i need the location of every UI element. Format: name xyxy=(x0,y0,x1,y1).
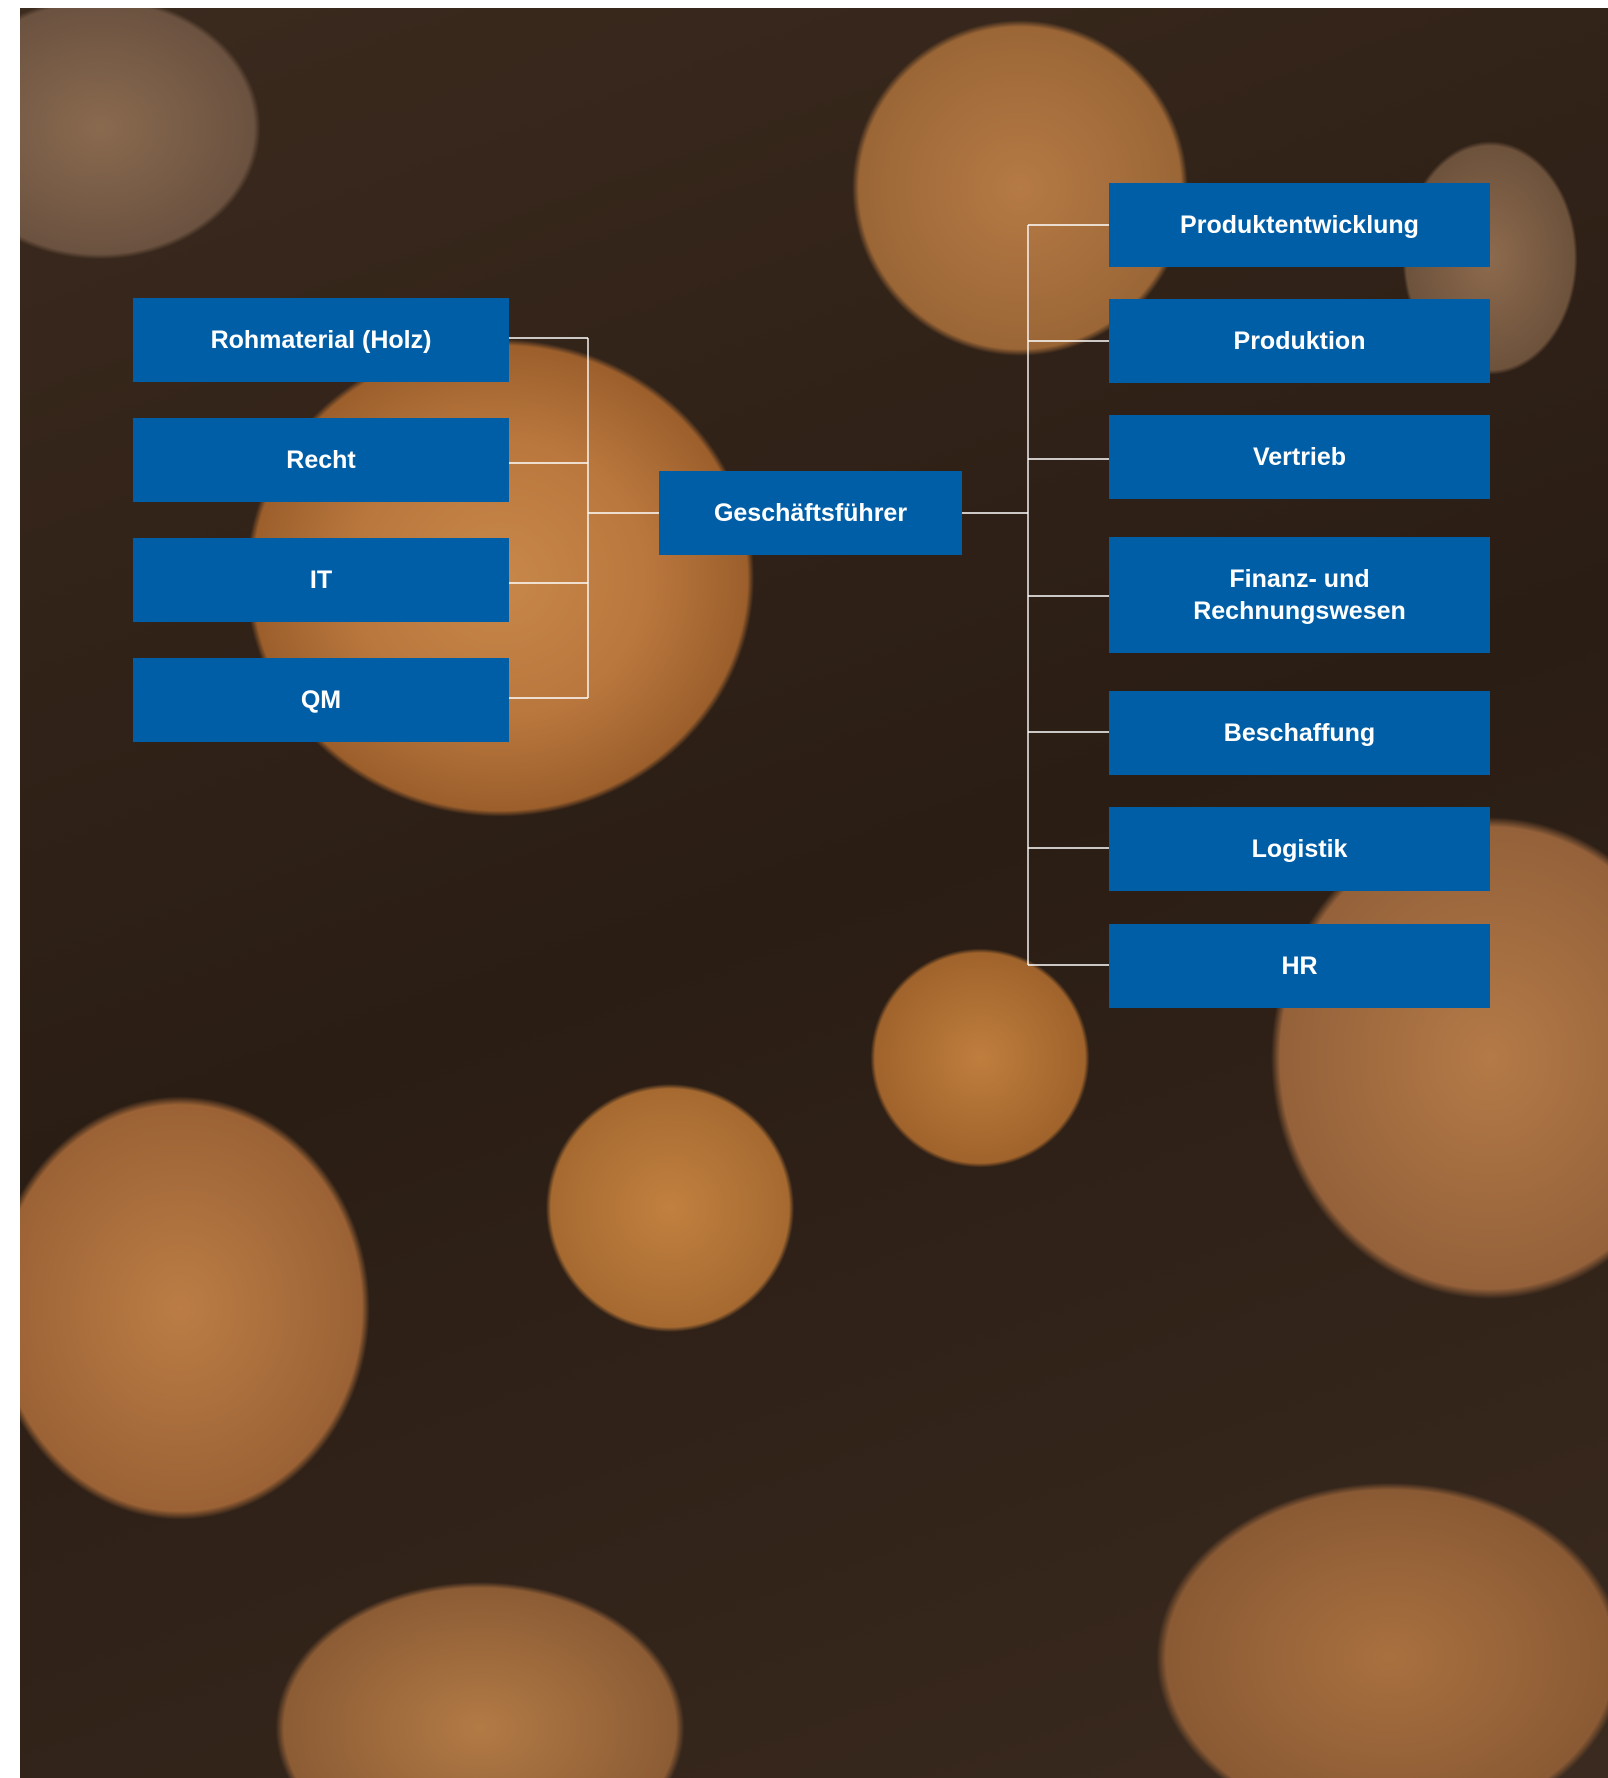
node-label: Logistik xyxy=(1251,835,1348,863)
node-label: HR xyxy=(1281,952,1318,980)
node-label: IT xyxy=(309,566,333,594)
node-label: Rohmaterial (Holz) xyxy=(210,326,432,354)
node-beschaffung: Beschaffung xyxy=(1109,691,1490,775)
node-label: Produktentwicklung xyxy=(1180,211,1419,239)
node-it: IT xyxy=(133,538,509,622)
node-label: Finanz- und Rechnungswesen xyxy=(1193,565,1406,625)
node-label: Beschaffung xyxy=(1223,719,1376,747)
node-label: Vertrieb xyxy=(1252,443,1347,471)
node-produktion: Produktion xyxy=(1109,299,1490,383)
node-finanz-und-rechnungswesen: Finanz- und Rechnungswesen xyxy=(1109,537,1490,653)
node-qm: QM xyxy=(133,658,509,742)
node-logistik: Logistik xyxy=(1109,807,1490,891)
node-recht: Recht xyxy=(133,418,509,502)
node-geschaeftsfuehrer: Geschäftsführer xyxy=(659,471,962,555)
node-hr: HR xyxy=(1109,924,1490,1008)
node-label: Geschäftsführer xyxy=(713,499,908,527)
node-label: Produktion xyxy=(1233,327,1366,355)
node-rohmaterial-holz: Rohmaterial (Holz) xyxy=(133,298,509,382)
node-produktentwicklung: Produktentwicklung xyxy=(1109,183,1490,267)
node-label: QM xyxy=(300,686,342,714)
node-label: Recht xyxy=(286,446,356,474)
node-vertrieb: Vertrieb xyxy=(1109,415,1490,499)
